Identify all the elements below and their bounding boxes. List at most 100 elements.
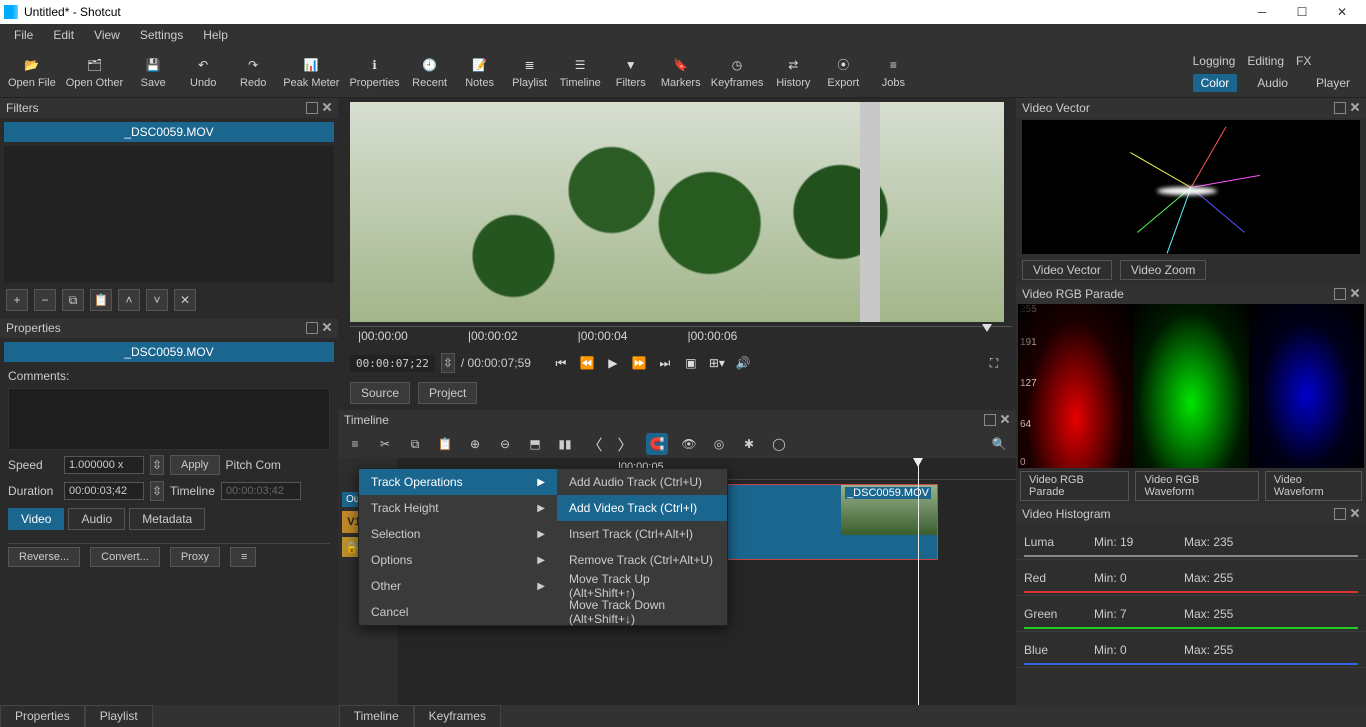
apply-speed-button[interactable]: Apply: [170, 455, 220, 475]
zoom-out-button[interactable]: 🔍: [990, 435, 1008, 453]
preview-ruler[interactable]: |00:00:00 |00:00:02 |00:00:04 |00:00:06: [350, 322, 1012, 350]
cut-button[interactable]: ✂: [376, 435, 394, 453]
menu-view[interactable]: View: [84, 26, 130, 44]
close-panel-icon[interactable]: [322, 102, 332, 112]
open-other-button[interactable]: 🗂Open Other: [66, 55, 123, 89]
timeline-button[interactable]: ☰Timeline: [560, 55, 601, 89]
jobs-button[interactable]: ≡Jobs: [873, 55, 913, 89]
export-button[interactable]: ⦿Export: [823, 55, 863, 89]
move-filter-up-button[interactable]: ˄: [118, 289, 140, 311]
deselect-filter-button[interactable]: ✕: [174, 289, 196, 311]
context-submenu-item[interactable]: Move Track Up (Alt+Shift+↑): [557, 573, 727, 599]
recent-button[interactable]: 🕘Recent: [410, 55, 450, 89]
undock-icon[interactable]: [1334, 288, 1346, 300]
ripple-all-button[interactable]: ✱: [740, 435, 758, 453]
fast-forward-button[interactable]: ⏩: [629, 353, 649, 373]
tab-editing[interactable]: Editing: [1247, 54, 1284, 68]
reverse-button[interactable]: Reverse...: [8, 547, 80, 567]
tab-color[interactable]: Color: [1193, 74, 1238, 92]
undock-icon[interactable]: [1334, 508, 1346, 520]
fullscreen-button[interactable]: ⛶: [984, 353, 1004, 373]
minimize-button[interactable]: ─: [1242, 0, 1282, 24]
tab-fx[interactable]: FX: [1296, 54, 1311, 68]
speed-spinner[interactable]: ⇳: [150, 455, 164, 475]
context-menu-item[interactable]: Track Height▶: [359, 495, 557, 521]
context-menu-item[interactable]: Cancel: [359, 599, 557, 625]
context-submenu-item[interactable]: Insert Track (Ctrl+Alt+I): [557, 521, 727, 547]
snap-button[interactable]: 🧲: [646, 433, 668, 455]
undock-icon[interactable]: [984, 414, 996, 426]
rewind-button[interactable]: ⏪: [577, 353, 597, 373]
tab-video[interactable]: Video: [8, 508, 64, 530]
playlist-button[interactable]: ≣Playlist: [510, 55, 550, 89]
bottom-tab-playlist[interactable]: Playlist: [85, 705, 153, 727]
redo-button[interactable]: ↷Redo: [233, 55, 273, 89]
context-submenu-item[interactable]: Add Video Track (Ctrl+I): [557, 495, 727, 521]
remove-filter-button[interactable]: −: [34, 289, 56, 311]
proxy-button[interactable]: Proxy: [170, 547, 220, 567]
close-panel-icon[interactable]: [1350, 288, 1360, 298]
add-filter-button[interactable]: +: [6, 289, 28, 311]
duration-spinner[interactable]: ⇳: [150, 481, 164, 501]
copy-filter-button[interactable]: ⧉: [62, 289, 84, 311]
close-button[interactable]: ✕: [1322, 0, 1362, 24]
tab-logging[interactable]: Logging: [1193, 54, 1236, 68]
context-submenu-item[interactable]: Add Audio Track (Ctrl+U): [557, 469, 727, 495]
save-button[interactable]: 💾Save: [133, 55, 173, 89]
timecode-spinner[interactable]: ⇳: [441, 353, 455, 373]
timeline-menu-button[interactable]: ≡: [346, 435, 364, 453]
convert-button[interactable]: Convert...: [90, 547, 160, 567]
tab-video-vector[interactable]: Video Vector: [1022, 260, 1112, 280]
context-menu-item[interactable]: Selection▶: [359, 521, 557, 547]
append-button[interactable]: ⊕: [466, 435, 484, 453]
properties-button[interactable]: ℹProperties: [349, 55, 399, 89]
undock-icon[interactable]: [306, 322, 318, 334]
maximize-button[interactable]: ☐: [1282, 0, 1322, 24]
context-submenu-item[interactable]: Move Track Down (Alt+Shift+↓): [557, 599, 727, 625]
scrub-button[interactable]: 👁: [680, 435, 698, 453]
prev-marker-button[interactable]: 〈: [586, 435, 604, 453]
duration-input[interactable]: [64, 482, 144, 500]
copy-button[interactable]: ⧉: [406, 435, 424, 453]
undock-icon[interactable]: [306, 102, 318, 114]
volume-button[interactable]: 🔊: [733, 353, 753, 373]
bottom-tab-timeline[interactable]: Timeline: [339, 705, 414, 727]
close-panel-icon[interactable]: [1350, 508, 1360, 518]
timeline-playhead[interactable]: [918, 458, 919, 705]
tab-rgb-waveform[interactable]: Video RGB Waveform: [1135, 471, 1258, 501]
comments-field[interactable]: [8, 388, 330, 450]
context-menu-item[interactable]: Track Operations▶: [359, 469, 557, 495]
grid-button[interactable]: ⊞▾: [707, 353, 727, 373]
tab-audio[interactable]: Audio: [1249, 74, 1296, 92]
bottom-tab-properties[interactable]: Properties: [0, 705, 85, 727]
overwrite-button[interactable]: ⬒: [526, 435, 544, 453]
ripple-markers-button[interactable]: ◯: [770, 435, 788, 453]
peak-meter-button[interactable]: 📊Peak Meter: [283, 55, 339, 89]
open-file-button[interactable]: 📂Open File: [8, 55, 56, 89]
history-button[interactable]: ⇄History: [773, 55, 813, 89]
close-panel-icon[interactable]: [322, 322, 332, 332]
markers-button[interactable]: 🔖Markers: [661, 55, 701, 89]
tab-source[interactable]: Source: [350, 382, 410, 404]
menu-edit[interactable]: Edit: [43, 26, 84, 44]
notes-button[interactable]: 📝Notes: [460, 55, 500, 89]
play-button[interactable]: ▶: [603, 353, 623, 373]
menu-file[interactable]: File: [4, 26, 43, 44]
paste-filter-button[interactable]: 📋: [90, 289, 112, 311]
context-submenu-item[interactable]: Remove Track (Ctrl+Alt+U): [557, 547, 727, 573]
properties-menu-button[interactable]: ≡: [230, 547, 256, 567]
skip-end-button[interactable]: ⏭: [655, 353, 675, 373]
tab-metadata[interactable]: Metadata: [129, 508, 205, 530]
playhead-icon[interactable]: [982, 324, 992, 332]
lift-button[interactable]: ⊖: [496, 435, 514, 453]
tab-video-zoom[interactable]: Video Zoom: [1120, 260, 1206, 280]
close-panel-icon[interactable]: [1350, 102, 1360, 112]
tab-video-waveform[interactable]: Video Waveform: [1265, 471, 1362, 501]
bottom-tab-keyframes[interactable]: Keyframes: [414, 705, 501, 727]
undock-icon[interactable]: [1334, 102, 1346, 114]
timecode-current[interactable]: 00:00:07;22: [350, 355, 435, 372]
tab-audio-props[interactable]: Audio: [68, 508, 125, 530]
context-menu-item[interactable]: Other▶: [359, 573, 557, 599]
menu-help[interactable]: Help: [193, 26, 238, 44]
split-button[interactable]: ▮▮: [556, 435, 574, 453]
